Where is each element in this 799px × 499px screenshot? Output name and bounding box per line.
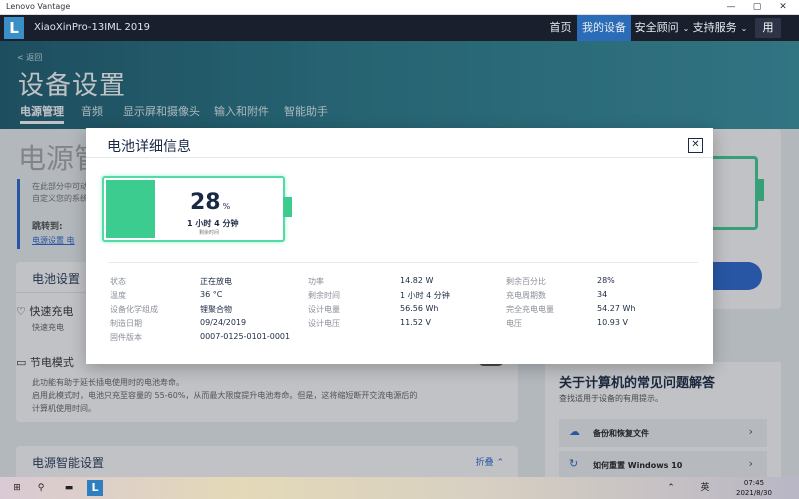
detail-value: 28% [597, 276, 615, 285]
detail-label: 功率 [308, 277, 324, 286]
battery-percent: 28% [190, 190, 231, 215]
nav-my-device[interactable]: 我的设备⌄ [577, 15, 631, 59]
dialog-title: 电池详细信息 [107, 139, 191, 155]
detail-value: 36 °C [200, 290, 223, 299]
detail-value: 1 小时 4 分钟 [400, 291, 450, 300]
detail-label: 设备化学组成 [110, 305, 158, 314]
chevron-down-icon: ⌄ [740, 24, 748, 33]
detail-value: 54.27 Wh [597, 304, 636, 313]
battery-gauge: 28% 1 小时 4 分钟 剩余时间 [102, 176, 285, 242]
window-title-bar: Lenovo Vantage — ▢ ✕ [0, 0, 799, 15]
detail-label: 完全充电电量 [506, 305, 554, 314]
user-avatar[interactable]: 用 [755, 18, 781, 38]
battery-terminal [283, 197, 292, 217]
detail-label: 设计电压 [308, 319, 340, 328]
detail-label: 制造日期 [110, 319, 142, 328]
file-explorer-icon[interactable]: ▬ [60, 480, 78, 496]
detail-value: 56.56 Wh [400, 304, 439, 313]
minimize-button[interactable]: — [718, 0, 744, 14]
battery-fill [106, 180, 155, 238]
detail-value: 0007-0125-0101-0001 [200, 332, 291, 341]
detail-value: 34 [597, 290, 608, 299]
detail-value: 11.52 V [400, 318, 431, 327]
start-icon[interactable]: ⊞ [8, 480, 26, 496]
vantage-logo: L [4, 17, 24, 39]
detail-label: 电压 [506, 319, 522, 328]
search-icon[interactable]: ⚲ [32, 480, 50, 496]
detail-label: 剩余时间 [308, 291, 340, 300]
taskbar-clock[interactable]: 07:45 2021/8/30 [736, 478, 772, 498]
detail-value: 10.93 V [597, 318, 628, 327]
nav-security[interactable]: 安全顾问 ⌄ [634, 15, 690, 41]
nav-support[interactable]: 支持服务 ⌄ [692, 15, 748, 41]
maximize-button[interactable]: ▢ [744, 0, 770, 14]
nav-home[interactable]: 首页 [544, 15, 577, 41]
app-navbar: L XiaoXinPro-13IML 2019 首页 我的设备⌄ 安全顾问⌄ 支… [0, 15, 799, 59]
detail-label: 剩余百分比 [506, 277, 546, 286]
detail-label: 设计电量 [308, 305, 340, 314]
detail-label: 温度 [110, 291, 126, 300]
vantage-taskbar-icon[interactable]: L [87, 480, 103, 496]
ime-indicator[interactable]: 英 [698, 480, 712, 496]
battery-details-dialog: 电池详细信息 ✕ 28% 1 小时 4 分钟 剩余时间 状态 正在放电 功率 14.8… [86, 128, 713, 364]
close-window-button[interactable]: ✕ [770, 0, 796, 14]
remaining-time: 1 小时 4 分钟 [187, 219, 239, 228]
device-name: XiaoXinPro-13IML 2019 [34, 22, 151, 33]
detail-label: 充电周期数 [506, 291, 546, 300]
remaining-time-label: 剩余时间 [199, 230, 220, 236]
detail-value: 14.82 W [400, 276, 434, 285]
close-icon[interactable]: ✕ [688, 138, 703, 153]
detail-label: 固件版本 [110, 333, 142, 342]
detail-value: 09/24/2019 [200, 318, 247, 327]
tray-expand-icon[interactable]: ⌃ [664, 480, 678, 496]
taskbar: ⊞ ⚲ ▬ L ⌃ 英 07:45 2021/8/30 [0, 477, 799, 499]
detail-value: 正在放电 [200, 277, 232, 286]
chevron-down-icon: ⌄ [682, 24, 690, 33]
detail-value: 锂聚合物 [200, 305, 232, 314]
window-title: Lenovo Vantage [6, 2, 71, 11]
detail-label: 状态 [110, 277, 126, 286]
